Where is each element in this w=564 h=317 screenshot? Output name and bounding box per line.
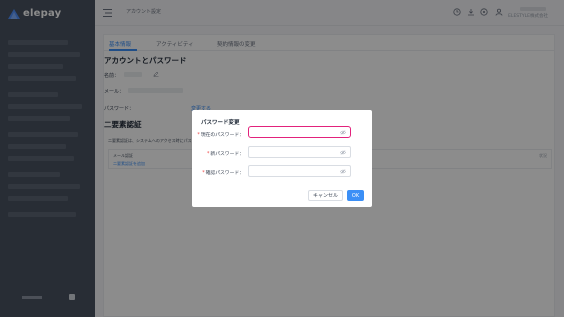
confirm-password-label-text: 確認パスワード： [205,171,244,176]
ok-button[interactable]: OK [347,190,364,201]
new-password-label: *新パスワード： [196,150,244,157]
modal-title: パスワード変更 [201,120,240,126]
confirm-password-label: *確認パスワード： [196,169,244,176]
new-password-label-text: 新パスワード： [210,152,244,157]
eye-hidden-icon[interactable] [340,169,346,174]
current-password-label-text: 現在のパスワード： [200,133,244,138]
current-password-label: *現在のパスワード： [196,131,244,138]
cancel-button[interactable]: キャンセル [308,190,343,201]
confirm-password-input[interactable] [248,165,351,177]
new-password-input[interactable] [248,146,351,158]
required-mark: * [202,171,205,176]
change-password-modal: パスワード変更 *現在のパスワード： *新パスワード： *確認パスワード： キャ… [192,110,372,207]
required-mark: * [197,133,200,138]
eye-hidden-icon[interactable] [340,150,346,155]
current-password-input[interactable] [248,126,351,138]
eye-hidden-icon[interactable] [340,130,346,135]
